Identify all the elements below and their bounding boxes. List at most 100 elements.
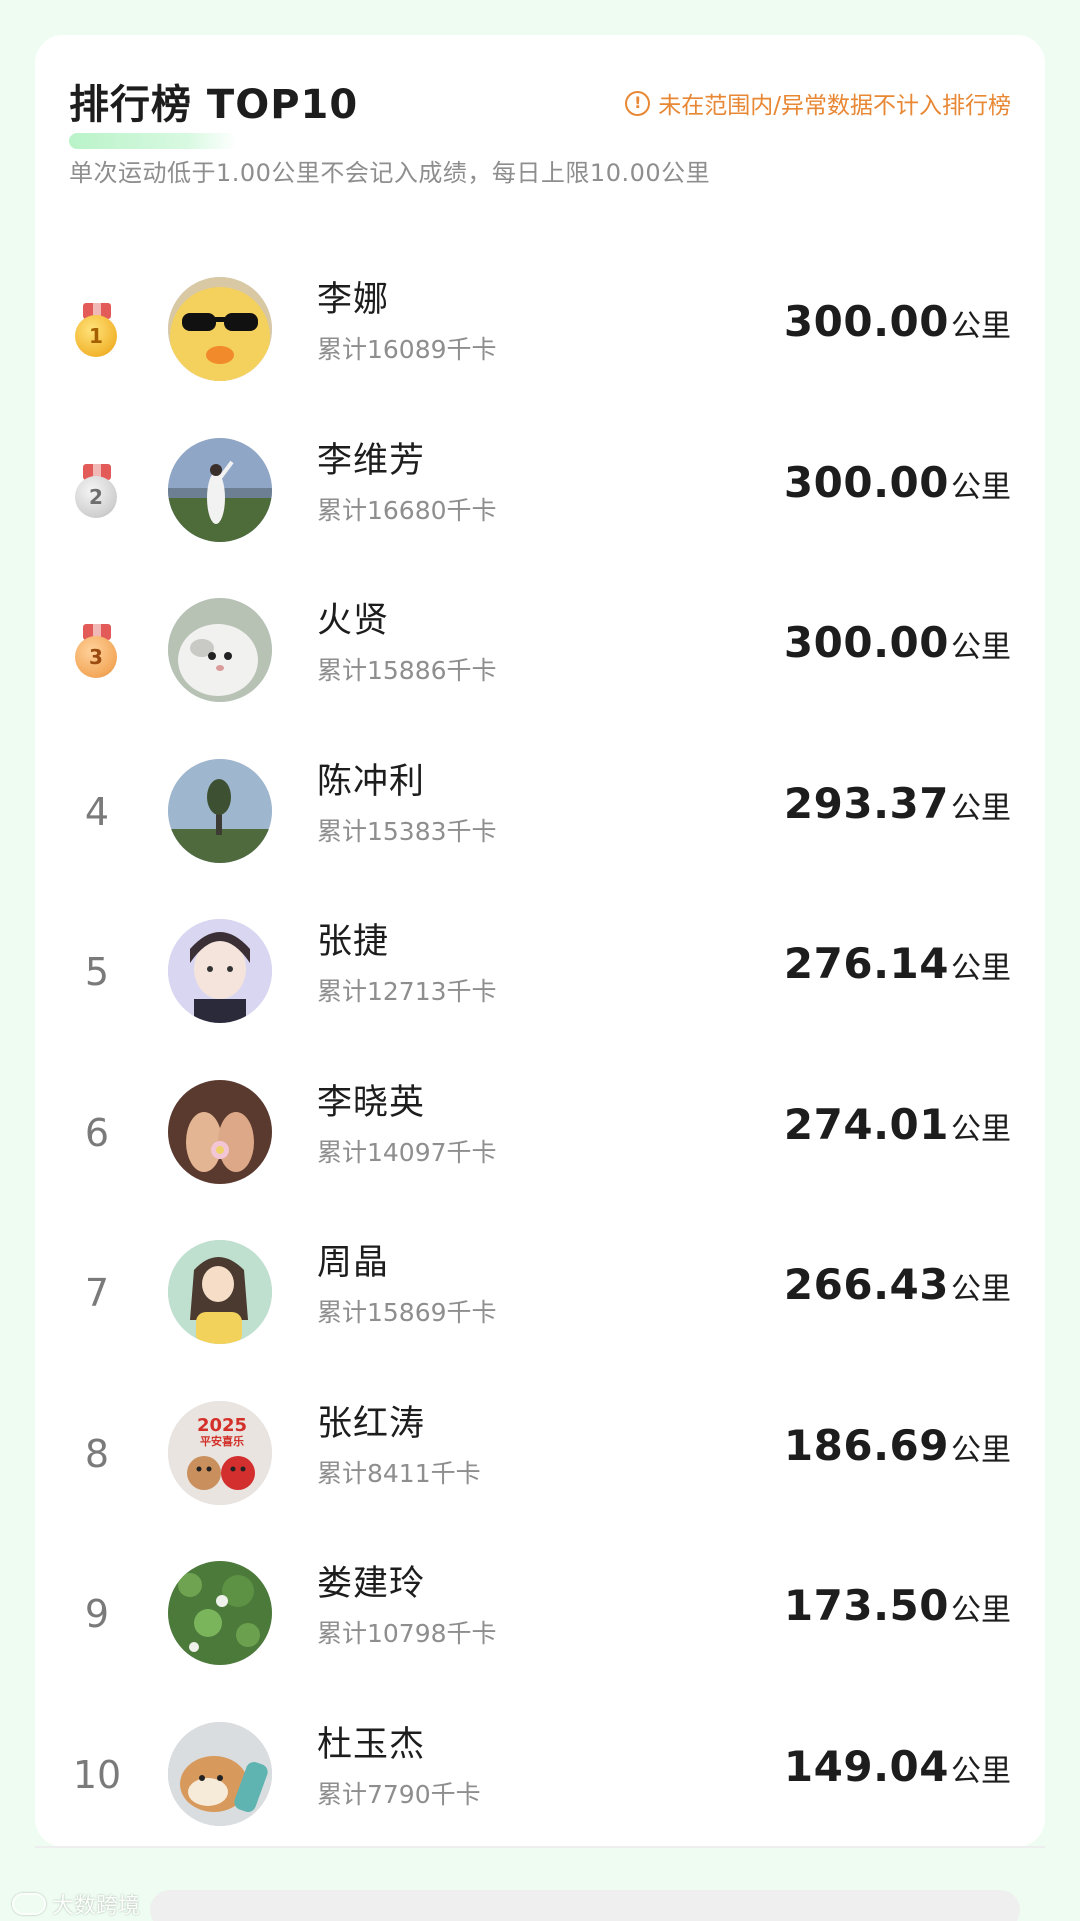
- distance-value: 274.01 公里: [784, 1100, 1011, 1160]
- distance-unit: 公里: [951, 1753, 1011, 1789]
- distance-unit: 公里: [951, 1432, 1011, 1468]
- calories-total: 累计15383千卡: [317, 816, 497, 846]
- ranking-row[interactable]: 1 李娜 累计16089千卡 300.00 公里: [35, 275, 1045, 436]
- user-name: 火贤: [317, 601, 390, 641]
- distance-value: 300.00 公里: [784, 618, 1011, 678]
- distance-unit: 公里: [951, 790, 1011, 826]
- ranking-row[interactable]: 9 娄建玲 累计10798千卡 173.50 公里: [35, 1559, 1045, 1720]
- watermark-logo-icon: [12, 1893, 46, 1915]
- page-title: 排行榜 TOP10: [69, 82, 359, 128]
- exclamation-circle-icon: !: [625, 90, 651, 116]
- distance-number: 300.00: [783, 297, 949, 346]
- user-name: 李维芳: [317, 440, 426, 481]
- rank-cell: 2: [69, 436, 125, 546]
- calories-total: 累计14097千卡: [317, 1137, 497, 1167]
- silver-medal-icon: 2: [75, 463, 119, 518]
- rank-number: 7: [84, 1271, 110, 1315]
- distance-value: 276.14 公里: [784, 939, 1011, 999]
- distance-unit: 公里: [951, 1593, 1011, 1628]
- rule-subtitle: 单次运动低于1.00公里不会记入成绩，每日上限10.00公里: [69, 159, 711, 187]
- title-wrap: 排行榜 TOP10: [69, 75, 359, 149]
- calories-total: 累计15886千卡: [317, 656, 497, 685]
- user-name: 娄建玲: [317, 1564, 426, 1604]
- ranking-row[interactable]: 8 2025 平安喜乐 张红涛 累计8411千卡 186.69 公里: [35, 1399, 1045, 1560]
- distance-number: 186.69: [783, 1420, 949, 1470]
- distance-value: 266.43 公里: [784, 1260, 1011, 1320]
- data-rule-notice[interactable]: ! 未在范围内/异常数据不计入排行榜: [625, 83, 1011, 123]
- bronze-medal-icon: 3: [75, 624, 119, 678]
- calories-total: 累计15869千卡: [317, 1298, 497, 1327]
- distance-number: 173.50: [783, 1581, 949, 1630]
- ranking-row[interactable]: 4 陈冲利 累计15383千卡 293.37 公里: [35, 757, 1045, 918]
- ranking-row[interactable]: 5 张捷 累计12713千卡 276.14 公里: [35, 917, 1045, 1078]
- ranking-list: 1 李娜 累计16089千卡 300.00 公里 2 李维芳 累计16680千卡…: [35, 275, 1045, 1880]
- avatar[interactable]: [168, 437, 272, 542]
- avatar-greeting-text: 平安喜乐: [200, 1434, 244, 1448]
- watermark: 大数跨境: [12, 1888, 140, 1920]
- user-name: 杜玉杰: [317, 1724, 426, 1765]
- distance-value: 149.04 公里: [784, 1742, 1011, 1802]
- distance-unit: 公里: [951, 1272, 1011, 1307]
- calories-total: 累计7790千卡: [317, 1779, 481, 1809]
- distance-value: 173.50 公里: [784, 1581, 1011, 1641]
- avatar[interactable]: 2025 平安喜乐: [168, 1400, 272, 1505]
- rank-number: 4: [84, 789, 110, 834]
- page: 排行榜 TOP10 ! 未在范围内/异常数据不计入排行榜 单次运动低于1.00公…: [0, 0, 1080, 1921]
- ranking-row[interactable]: 3 火贤 累计15886千卡 300.00 公里: [35, 596, 1045, 757]
- distance-value: 300.00 公里: [784, 458, 1011, 518]
- avatar[interactable]: [168, 1721, 272, 1826]
- ranking-row[interactable]: 10 杜玉杰 累计7790千卡 149.04 公里: [35, 1720, 1045, 1881]
- ranking-row[interactable]: 6 李晓英 累计14097千卡 274.01 公里: [35, 1078, 1045, 1239]
- ranking-row[interactable]: 7 周晶 累计15869千卡 266.43 公里: [35, 1238, 1045, 1399]
- user-name: 张红涛: [317, 1403, 426, 1444]
- distance-value: 300.00 公里: [784, 297, 1011, 357]
- user-name: 陈冲利: [317, 761, 426, 802]
- calories-total: 累计12713千卡: [317, 977, 497, 1006]
- distance-unit: 公里: [951, 630, 1011, 665]
- user-name: 周晶: [317, 1243, 390, 1283]
- rank-cell: 3: [69, 596, 125, 706]
- distance-number: 293.37: [783, 778, 949, 828]
- gold-medal-icon: 1: [75, 303, 119, 357]
- calories-total: 累计8411千卡: [317, 1458, 481, 1488]
- rank-number: 8: [84, 1431, 110, 1476]
- distance-number: 300.00: [783, 618, 949, 667]
- leaderboard-card: 排行榜 TOP10 ! 未在范围内/异常数据不计入排行榜 单次运动低于1.00公…: [35, 35, 1045, 1847]
- bottom-bar[interactable]: [150, 1890, 1020, 1921]
- distance-unit: 公里: [951, 951, 1011, 986]
- avatar[interactable]: [168, 1561, 272, 1665]
- rank-number: 9: [84, 1592, 110, 1636]
- distance-number: 149.04: [783, 1741, 949, 1791]
- rank-cell: 1: [69, 275, 125, 385]
- distance-number: 266.43: [783, 1260, 949, 1309]
- avatar[interactable]: [168, 277, 272, 381]
- avatar-year-text: 2025: [197, 1415, 247, 1436]
- distance-unit: 公里: [951, 309, 1011, 344]
- rank-number: 5: [84, 950, 110, 994]
- user-name: 李娜: [317, 280, 390, 320]
- avatar[interactable]: [168, 1240, 272, 1344]
- calories-total: 累计16680千卡: [317, 495, 497, 525]
- user-name: 张捷: [317, 922, 390, 962]
- distance-number: 274.01: [783, 1099, 949, 1149]
- avatar[interactable]: [168, 1079, 272, 1184]
- divider: [35, 1846, 1045, 1848]
- notice-text: 未在范围内/异常数据不计入排行榜: [658, 93, 1011, 119]
- leaderboard-header: 排行榜 TOP10 ! 未在范围内/异常数据不计入排行榜 单次运动低于1.00公…: [35, 35, 1045, 235]
- distance-number: 300.00: [783, 457, 949, 507]
- calories-total: 累计10798千卡: [317, 1619, 497, 1648]
- title-highlight: [69, 133, 237, 149]
- distance-unit: 公里: [951, 1111, 1011, 1147]
- ranking-row[interactable]: 2 李维芳 累计16680千卡 300.00 公里: [35, 436, 1045, 597]
- distance-unit: 公里: [951, 469, 1011, 505]
- distance-value: 293.37 公里: [784, 779, 1011, 839]
- avatar[interactable]: [168, 919, 272, 1023]
- rank-number: 6: [84, 1110, 110, 1155]
- distance-number: 276.14: [783, 939, 949, 988]
- calories-total: 累计16089千卡: [317, 335, 497, 364]
- rank-number: 10: [72, 1752, 122, 1797]
- user-name: 李晓英: [317, 1082, 426, 1123]
- distance-value: 186.69 公里: [784, 1421, 1011, 1481]
- avatar[interactable]: [168, 598, 272, 702]
- avatar[interactable]: [168, 758, 272, 863]
